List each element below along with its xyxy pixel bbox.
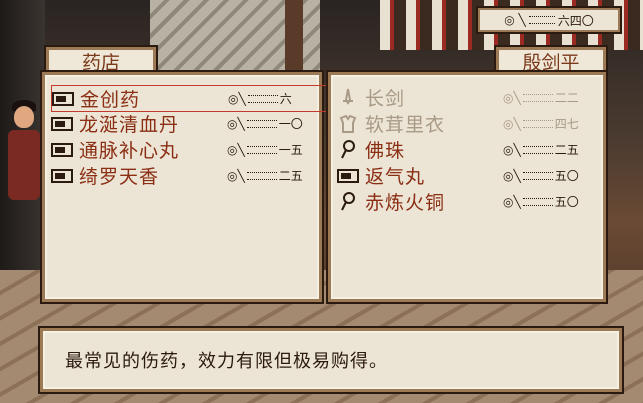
shop-item-value: 六 — [279, 92, 292, 106]
coin-icon: ◎╲ — [503, 142, 521, 157]
character-item-stat: ◎╲ 二二 — [503, 89, 579, 106]
shop-tab[interactable]: 药店 — [46, 47, 156, 74]
character-item-row[interactable]: 赤炼火铜 ◎╲ 五〇 — [337, 189, 603, 214]
scroll-icon — [51, 167, 73, 185]
character-name: 殷剑平 — [522, 52, 580, 74]
money-display: ◎ ╲ 六四〇 — [478, 8, 620, 32]
character-item-stat: ◎╲ 五〇 — [503, 193, 579, 210]
character-item-value: 二五 — [554, 143, 579, 157]
coin-icon: ◎ ╲ — [504, 13, 526, 27]
shop-item-row[interactable]: 绮罗天香 ◎╲ 二五 — [51, 163, 327, 188]
scroll-icon — [52, 90, 74, 108]
coin-icon: ◎╲ — [503, 90, 521, 105]
robe-icon — [337, 114, 359, 133]
character-item-row[interactable]: 软茸里衣 ◎╲ 四七 — [337, 111, 603, 136]
coin-icon: ◎╲ — [227, 142, 245, 157]
shop-item-value: 一〇 — [278, 117, 303, 131]
scroll-icon — [51, 141, 73, 159]
character-item-value: 五〇 — [554, 195, 579, 209]
shop-item-row[interactable]: 龙涎清血丹 ◎╲ 一〇 — [51, 111, 327, 136]
character-item-value: 五〇 — [554, 169, 579, 183]
shop-title: 药店 — [81, 52, 120, 74]
shop-item-stat: ◎╲ 一〇 — [227, 115, 303, 132]
shop-item-name: 金创药 — [80, 89, 141, 111]
shopkeeper-figure — [4, 100, 44, 210]
bead-icon — [337, 191, 359, 211]
character-item-stat: ◎╲ 五〇 — [503, 167, 579, 184]
sword-icon — [337, 88, 359, 107]
character-item-stat: ◎╲ 二五 — [503, 141, 579, 158]
character-panel: 长剑 ◎╲ 二二 软茸里衣 ◎╲ 四七 佛珠 ◎╲ 二五 返气丸 ◎╲ 五〇 赤炼火铜 ◎╲ 五〇 — [328, 72, 606, 302]
character-item-value: 二二 — [554, 91, 579, 105]
coin-icon: ◎╲ — [503, 116, 521, 131]
shop-item-name: 绮罗天香 — [79, 166, 160, 188]
shop-item-name: 通脉补心丸 — [79, 140, 180, 162]
shop-item-stat: ◎╲ 二五 — [227, 167, 303, 184]
character-item-row[interactable]: 佛珠 ◎╲ 二五 — [337, 137, 603, 162]
description-box: 最常见的伤药，效力有限但极易购得。 — [40, 328, 622, 392]
character-item-name: 赤炼火铜 — [365, 192, 446, 214]
coin-icon: ◎╲ — [503, 168, 521, 183]
money-value: 六四〇 — [557, 13, 594, 28]
coin-icon: ◎╲ — [227, 168, 245, 183]
coin-icon: ◎╲ — [227, 116, 245, 131]
character-item-row[interactable]: 长剑 ◎╲ 二二 — [337, 85, 603, 110]
character-item-name: 返气丸 — [365, 166, 426, 188]
scroll-icon — [337, 167, 359, 185]
shop-item-stat: ◎╲ 六 — [228, 90, 292, 107]
character-item-stat: ◎╲ 四七 — [503, 115, 579, 132]
coin-icon: ◎╲ — [503, 194, 521, 209]
shop-item-value: 一五 — [278, 143, 303, 157]
shop-item-row[interactable]: 金创药 ◎╲ 六 — [51, 85, 329, 112]
character-item-name: 软茸里衣 — [365, 114, 446, 136]
coin-icon: ◎╲ — [228, 91, 246, 106]
character-tab[interactable]: 殷剑平 — [496, 47, 606, 74]
scroll-icon — [51, 115, 73, 133]
shop-item-stat: ◎╲ 一五 — [227, 141, 303, 158]
shop-item-value: 二五 — [278, 169, 303, 183]
character-item-value: 四七 — [554, 117, 579, 131]
description-text: 最常见的伤药，效力有限但极易购得。 — [65, 351, 388, 372]
shop-item-name: 龙涎清血丹 — [79, 114, 180, 136]
shop-panel: 金创药 ◎╲ 六龙涎清血丹 ◎╲ 一〇通脉补心丸 ◎╲ 一五绮罗天香 ◎╲ 二五 — [42, 72, 329, 302]
shop-item-row[interactable]: 通脉补心丸 ◎╲ 一五 — [51, 137, 327, 162]
character-item-name: 长剑 — [365, 88, 406, 110]
bead-icon — [337, 139, 359, 159]
character-item-row[interactable]: 返气丸 ◎╲ 五〇 — [337, 163, 603, 188]
character-item-name: 佛珠 — [365, 140, 406, 162]
